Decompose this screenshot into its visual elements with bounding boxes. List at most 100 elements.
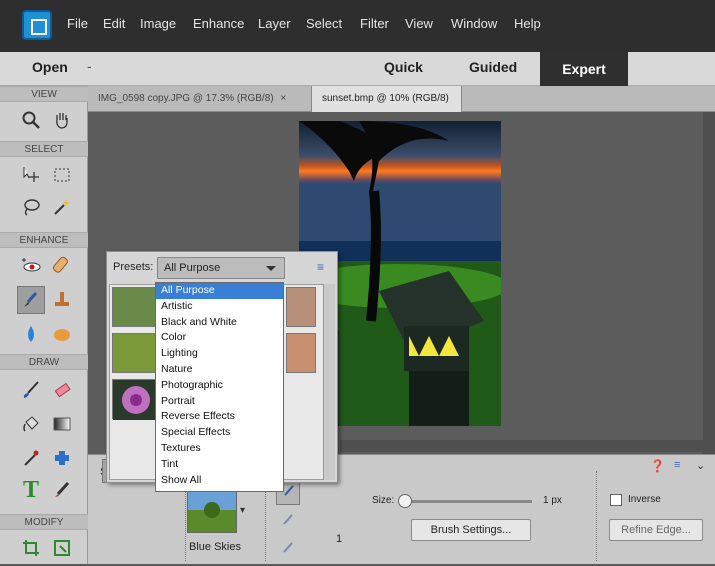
- options-number: 1: [336, 533, 343, 545]
- zoom-tool-icon[interactable]: [17, 106, 45, 134]
- subtract-brush-button[interactable]: [276, 511, 300, 535]
- size-slider[interactable]: [402, 500, 532, 503]
- menu-layer[interactable]: Layer: [258, 16, 291, 31]
- preset-option-nature[interactable]: Nature: [156, 362, 283, 378]
- intersect-brush-icon: [283, 542, 293, 553]
- subtract-brush-icon: [283, 514, 293, 525]
- red-eye-tool-icon[interactable]: [17, 252, 45, 280]
- sponge-tool-icon[interactable]: [48, 320, 76, 348]
- refine-edge-button[interactable]: Refine Edge...: [609, 519, 703, 541]
- chevron-down-icon: [266, 266, 276, 271]
- document-tabs: IMG_0598 copy.JPG @ 17.3% (RGB/8) × suns…: [88, 86, 715, 130]
- size-slider-handle[interactable]: [398, 494, 412, 508]
- menu-view[interactable]: View: [405, 16, 433, 31]
- hand-tool-icon[interactable]: [48, 106, 76, 134]
- preset-name-label: Blue Skies: [189, 541, 241, 553]
- tools-section-enhance: ENHANCE: [0, 232, 88, 248]
- menu-bar: File Edit Image Enhance Layer Select Fil…: [0, 0, 715, 52]
- custom-shape-tool-icon[interactable]: [48, 444, 76, 472]
- clone-stamp-tool-icon[interactable]: [48, 286, 76, 314]
- options-menu-icon[interactable]: ≡: [674, 459, 680, 471]
- menu-select[interactable]: Select: [306, 16, 342, 31]
- smart-brush-tool-icon[interactable]: [17, 286, 45, 314]
- tab-sunset[interactable]: sunset.bmp @ 10% (RGB/8) ×: [312, 86, 462, 130]
- preset-option-photographic[interactable]: Photographic: [156, 378, 283, 394]
- presets-panel-scrollbar[interactable]: [323, 284, 335, 480]
- open-dropdown-arrow[interactable]: -: [87, 58, 92, 74]
- marquee-tool-icon[interactable]: [48, 161, 76, 189]
- tools-panel: VIEW SELECT ENHANCE DRAW T MODIFY: [0, 86, 88, 564]
- gradient-tool-icon[interactable]: [48, 410, 76, 438]
- menu-window[interactable]: Window: [451, 16, 497, 31]
- preset-option-lighting[interactable]: Lighting: [156, 346, 283, 362]
- brush-tool-icon[interactable]: [17, 376, 45, 404]
- presets-dropdown[interactable]: All Purpose: [157, 257, 285, 279]
- vertical-scrollbar[interactable]: [703, 112, 715, 454]
- mode-quick-tab[interactable]: Quick: [384, 59, 423, 75]
- presets-selected-value: All Purpose: [164, 262, 221, 274]
- tab-img-0598-label: IMG_0598 copy.JPG @ 17.3% (RGB/8): [98, 93, 274, 104]
- pencil-tool-icon[interactable]: [48, 476, 76, 504]
- menu-filter[interactable]: Filter: [360, 16, 389, 31]
- presets-label: Presets:: [113, 261, 154, 273]
- lasso-tool-icon[interactable]: [17, 193, 45, 221]
- preset-option-textures[interactable]: Textures: [156, 441, 283, 457]
- options-collapse-icon[interactable]: ⌄: [696, 459, 705, 472]
- mode-bar: Open - Quick Guided Expert: [0, 52, 715, 86]
- preset-thumbnail-arrow[interactable]: ▾: [240, 505, 245, 516]
- preset-option-color[interactable]: Color: [156, 330, 283, 346]
- options-divider-3: [596, 471, 597, 561]
- spot-healing-tool-icon[interactable]: [48, 252, 76, 280]
- blue-skies-thumbnail: [188, 492, 236, 532]
- tab-img-0598[interactable]: IMG_0598 copy.JPG @ 17.3% (RGB/8) ×: [88, 86, 312, 112]
- paint-bucket-tool-icon[interactable]: [17, 410, 45, 438]
- thumbnail-portrait-1[interactable]: [286, 287, 316, 327]
- intersect-brush-button[interactable]: [276, 539, 300, 563]
- magic-wand-tool-icon[interactable]: [48, 193, 76, 221]
- type-tool-icon[interactable]: T: [17, 476, 45, 504]
- crop-tool-icon[interactable]: [17, 534, 45, 562]
- size-value: 1 px: [543, 495, 562, 506]
- tab-sunset-label: sunset.bmp @ 10% (RGB/8): [322, 93, 449, 104]
- preset-option-tint[interactable]: Tint: [156, 457, 283, 473]
- menu-enhance[interactable]: Enhance: [193, 16, 244, 31]
- preset-option-reverse-effects[interactable]: Reverse Effects: [156, 409, 283, 425]
- blur-tool-icon[interactable]: [17, 320, 45, 348]
- thumbnail-flower[interactable]: [112, 379, 159, 420]
- preset-option-all-purpose[interactable]: All Purpose: [156, 283, 283, 299]
- tools-section-modify: MODIFY: [0, 514, 88, 530]
- thumbnail-landscape-1[interactable]: [112, 287, 158, 327]
- menu-help[interactable]: Help: [514, 16, 541, 31]
- help-icon[interactable]: ❓: [650, 459, 665, 473]
- mode-guided-tab[interactable]: Guided: [469, 59, 517, 75]
- eyedropper-tool-icon[interactable]: [17, 444, 45, 472]
- app-logo-icon: [22, 10, 52, 40]
- tools-section-view: VIEW: [0, 86, 88, 102]
- tools-section-draw: DRAW: [0, 354, 88, 370]
- preset-option-portrait[interactable]: Portrait: [156, 394, 283, 410]
- menu-file[interactable]: File: [67, 16, 88, 31]
- presets-dropdown-list: All Purpose Artistic Black and White Col…: [155, 282, 284, 492]
- horizontal-scrollbar[interactable]: [340, 440, 703, 452]
- recompose-tool-icon[interactable]: [48, 534, 76, 562]
- preset-option-black-and-white[interactable]: Black and White: [156, 315, 283, 331]
- inverse-checkbox[interactable]: [610, 494, 622, 506]
- move-tool-icon[interactable]: [17, 161, 45, 189]
- preset-option-artistic[interactable]: Artistic: [156, 299, 283, 315]
- preset-thumbnail[interactable]: [187, 491, 237, 533]
- panel-menu-icon[interactable]: ≡: [317, 260, 324, 274]
- menu-image[interactable]: Image: [140, 16, 176, 31]
- thumbnail-landscape-2[interactable]: [112, 333, 158, 373]
- brush-settings-button[interactable]: Brush Settings...: [411, 519, 531, 541]
- tab-img-0598-close-icon[interactable]: ×: [280, 93, 286, 104]
- menu-edit[interactable]: Edit: [103, 16, 125, 31]
- inverse-label: Inverse: [628, 494, 661, 505]
- open-button[interactable]: Open: [32, 59, 68, 75]
- preset-option-special-effects[interactable]: Special Effects: [156, 425, 283, 441]
- thumbnail-portrait-2[interactable]: [286, 333, 316, 373]
- size-label: Size:: [372, 495, 395, 506]
- mode-expert-tab[interactable]: Expert: [540, 52, 628, 86]
- preset-option-show-all[interactable]: Show All: [156, 473, 283, 489]
- eraser-tool-icon[interactable]: [48, 376, 76, 404]
- flower-image: [113, 380, 159, 420]
